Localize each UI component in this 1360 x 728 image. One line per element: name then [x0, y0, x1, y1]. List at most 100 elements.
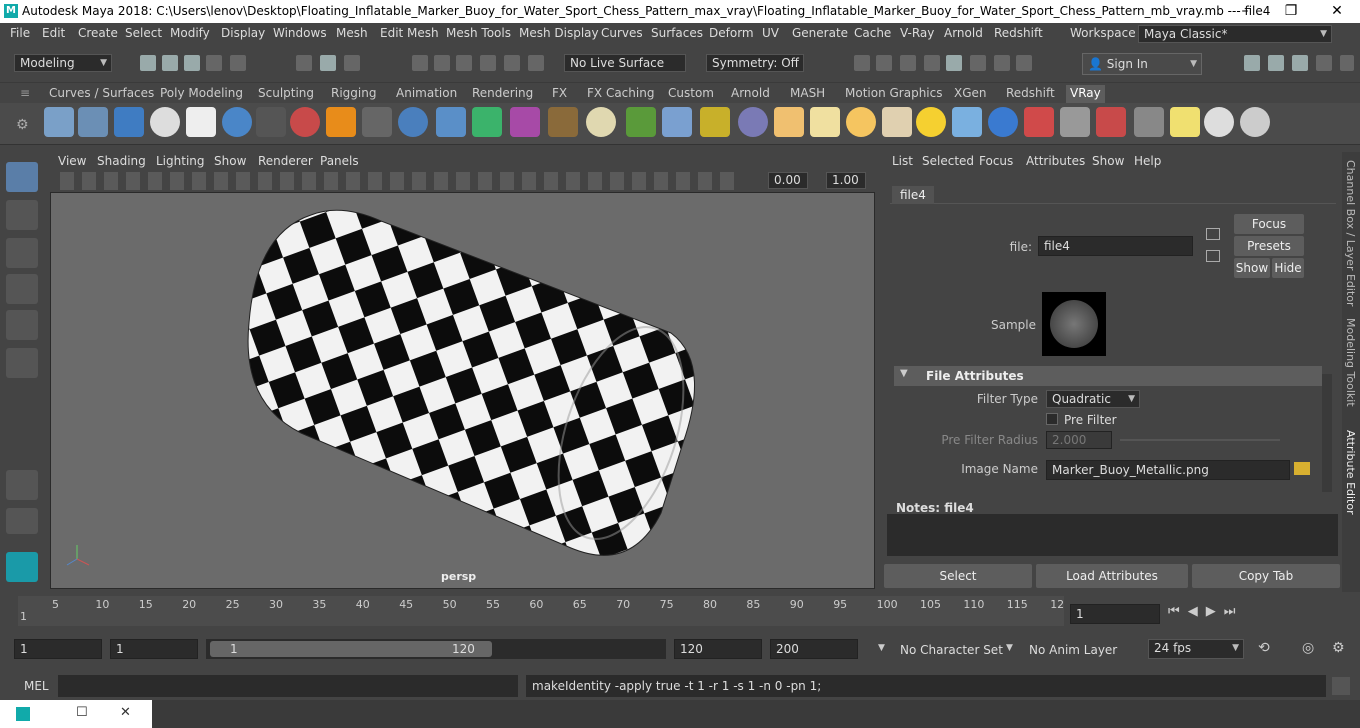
outliner-icon[interactable] [1268, 55, 1284, 71]
vray-spot-light-icon[interactable] [810, 107, 840, 137]
snap-live-icon[interactable] [504, 55, 520, 71]
vray-fire-icon[interactable] [326, 107, 356, 137]
tool-settings-icon[interactable] [1316, 55, 1332, 71]
vray-render-icon[interactable] [994, 55, 1010, 71]
rotate-tool-icon[interactable] [6, 310, 38, 340]
viewport-menu-shading[interactable]: Shading [97, 154, 146, 168]
shelf-tab-sculpting[interactable]: Sculpting [254, 85, 318, 103]
close-button[interactable]: ✕ [1314, 0, 1360, 23]
vray-proxy-icon[interactable] [398, 107, 428, 137]
viewport-canvas[interactable]: persp [50, 192, 875, 589]
menu-generate[interactable]: Generate [792, 26, 848, 40]
vray-plane-icon[interactable] [362, 107, 392, 137]
vray-scatter-icon[interactable] [662, 107, 692, 137]
vray-material-icon[interactable] [290, 107, 320, 137]
channel-box-icon[interactable] [1340, 55, 1354, 71]
vray-ball-icon[interactable] [738, 107, 768, 137]
command-input[interactable] [58, 675, 518, 697]
select-object-icon[interactable] [320, 55, 336, 71]
side-tab-channel-box[interactable]: Channel Box / Layer Editor [1344, 160, 1357, 307]
vray-fur-icon[interactable] [436, 107, 466, 137]
vray-logo-icon[interactable] [150, 107, 180, 137]
sign-in-button[interactable]: 👤 Sign In ▼ [1082, 53, 1202, 75]
menu-edit-mesh[interactable]: Edit Mesh [380, 26, 439, 40]
menu-modify[interactable]: Modify [170, 26, 210, 40]
output-connection-icon[interactable] [1206, 250, 1220, 262]
select-button[interactable]: Select [884, 564, 1032, 588]
snap-grid-icon[interactable] [412, 55, 428, 71]
sample-swatch[interactable] [1042, 292, 1106, 356]
anim-layer-label[interactable]: No Anim Layer [1029, 643, 1117, 657]
chevron-down-icon[interactable]: ▼ [1006, 643, 1013, 653]
snap-point-icon[interactable] [456, 55, 472, 71]
exposure-field[interactable]: 0.00 [768, 172, 808, 189]
minimized-window[interactable]: ☐ ✕ [0, 700, 152, 728]
focus-button[interactable]: Focus [1234, 214, 1304, 234]
vray-curve-icon[interactable] [700, 107, 730, 137]
menu-deform[interactable]: Deform [709, 26, 754, 40]
select-tool-icon[interactable] [6, 162, 38, 192]
vray-mesh-import-icon[interactable] [78, 107, 108, 137]
anim-end-field[interactable]: 200 [770, 639, 858, 659]
snap-view-icon[interactable] [480, 55, 496, 71]
shelf-tab-arnold[interactable]: Arnold [727, 85, 774, 103]
script-editor-icon[interactable] [1332, 677, 1350, 695]
ipr-render-icon[interactable] [900, 55, 916, 71]
file-name-field[interactable]: file4 [1038, 236, 1193, 256]
playback-controls[interactable]: ⏮◀▶⏭ [1168, 604, 1354, 624]
vray-cloud-icon[interactable] [1204, 107, 1234, 137]
vray-mesh-light-icon[interactable] [988, 107, 1018, 137]
ae-scrollbar[interactable] [1322, 374, 1332, 492]
range-bar[interactable]: 1 120 [206, 639, 666, 659]
vray-mesh-export-icon[interactable] [44, 107, 74, 137]
render-view-icon[interactable] [970, 55, 986, 71]
menu-cache[interactable]: Cache [854, 26, 891, 40]
shelf-tab-mash[interactable]: MASH [786, 85, 829, 103]
lasso-tool-icon[interactable] [6, 200, 38, 230]
menu-edit[interactable]: Edit [42, 26, 65, 40]
redo-icon[interactable] [230, 55, 246, 71]
ae-menu-attributes[interactable]: Attributes [1026, 154, 1085, 168]
menu-uv[interactable]: UV [762, 26, 779, 40]
chevron-down-icon[interactable]: ▼ [878, 643, 885, 653]
vray-displacement-icon[interactable] [472, 107, 502, 137]
preferences-icon[interactable]: ⚙ [1332, 640, 1345, 656]
pause-icon[interactable] [1016, 55, 1032, 71]
vray-rect-light-icon[interactable] [952, 107, 982, 137]
vray-log-icon[interactable] [186, 107, 216, 137]
viewport-menu-renderer[interactable]: Renderer [258, 154, 313, 168]
hypershade-icon[interactable] [946, 55, 962, 71]
shelf-tab-rendering[interactable]: Rendering [468, 85, 537, 103]
shelf-gear-icon[interactable]: ⚙ [16, 117, 29, 133]
viewport-menu-panels[interactable]: Panels [320, 154, 359, 168]
vray-texture-icon[interactable] [548, 107, 578, 137]
restore-icon[interactable]: ☐ [76, 705, 88, 720]
anim-start-field[interactable]: 1 [14, 639, 102, 659]
select-component-icon[interactable] [344, 55, 360, 71]
pre-filter-radius-slider[interactable] [1120, 439, 1280, 441]
live-surface-field[interactable]: No Live Surface [564, 54, 686, 72]
scale-tool-icon[interactable] [6, 348, 38, 378]
shelf-tab-fx-caching[interactable]: FX Caching [583, 85, 658, 103]
layout-single-icon[interactable] [6, 470, 38, 500]
vray-ies-light-icon[interactable] [882, 107, 912, 137]
presets-button[interactable]: Presets [1234, 236, 1304, 256]
ae-menu-focus[interactable]: Focus [979, 154, 1013, 168]
loop-icon[interactable]: ⟲ [1258, 640, 1270, 656]
viewport-menu-view[interactable]: View [58, 154, 86, 168]
menu-mesh-display[interactable]: Mesh Display [519, 26, 599, 40]
vray-frame-buffer-icon[interactable] [114, 107, 144, 137]
pre-filter-checkbox[interactable] [1046, 413, 1058, 425]
input-connection-icon[interactable] [1206, 228, 1220, 240]
vray-camera-icon[interactable] [256, 107, 286, 137]
filter-type-dropdown[interactable]: Quadratic ▼ [1046, 390, 1140, 408]
shelf-tab-poly-modeling[interactable]: Poly Modeling [156, 85, 247, 103]
menu-mesh-tools[interactable]: Mesh Tools [446, 26, 511, 40]
open-scene-icon[interactable] [162, 55, 178, 71]
copy-tab-button[interactable]: Copy Tab [1192, 564, 1340, 588]
menu-redshift[interactable]: Redshift [994, 26, 1043, 40]
character-set-label[interactable]: No Character Set [900, 643, 1003, 657]
save-scene-icon[interactable] [184, 55, 200, 71]
close-icon[interactable]: ✕ [120, 705, 131, 720]
pre-filter-radius-field[interactable]: 2.000 [1046, 431, 1112, 449]
